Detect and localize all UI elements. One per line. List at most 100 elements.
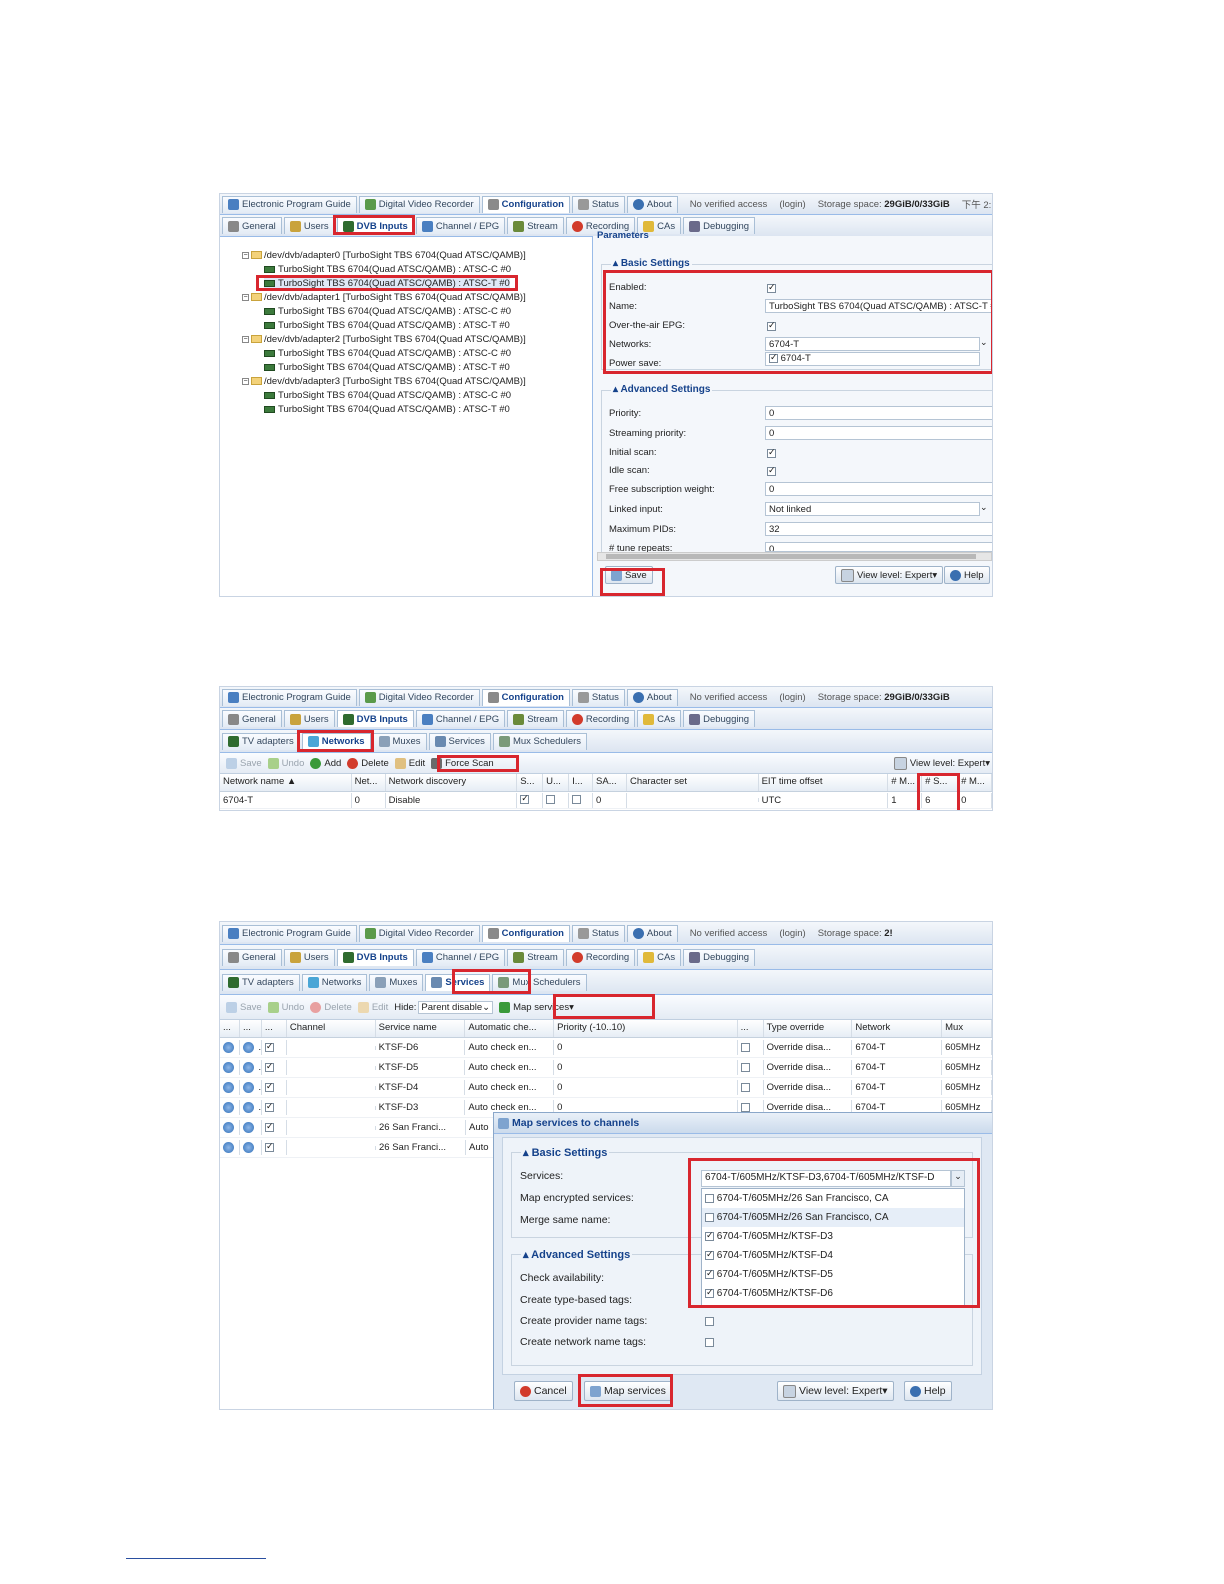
edit-button[interactable]: Edit [394,757,425,769]
col-services[interactable]: # S... [922,774,959,791]
list-item[interactable]: 6704-T/605MHz/KTSF-D4 [702,1246,964,1265]
tab-stream[interactable]: Stream [507,217,564,234]
tab-mux-schedulers[interactable]: Mux Schedulers [492,732,588,750]
streaming-priority-field[interactable]: 0 [765,426,992,440]
force-scan-button[interactable]: Force Scan [431,757,494,769]
provider-tags-checkbox[interactable] [705,1317,714,1326]
tab-users[interactable]: Users [283,217,335,234]
play-icon[interactable] [223,1041,234,1053]
col-network[interactable]: Network [852,1020,943,1037]
tree-frontend[interactable]: TurboSight TBS 6704(Quad ATSC/QAMB) : AT… [264,264,511,275]
networks-combo[interactable]: 6704-T [765,337,980,351]
info-icon[interactable] [243,1121,254,1133]
info-icon[interactable] [243,1141,254,1153]
tree-frontend-selected[interactable]: TurboSight TBS 6704(Quad ATSC/QAMB) : AT… [264,278,510,289]
free-subscription-field[interactable]: 0 [765,482,992,496]
undo-button[interactable]: Undo [267,1001,304,1013]
login-link[interactable]: (login) [779,692,805,703]
col-net[interactable]: Net... [352,774,386,791]
enabled-checkbox[interactable] [767,282,776,293]
tab-users[interactable]: Users [283,948,335,966]
tab-networks[interactable]: Networks [301,732,371,750]
tree-adapter[interactable]: −/dev/dvb/adapter3 [TurboSight TBS 6704(… [242,376,526,387]
col-type-override[interactable]: Type override [764,1020,853,1037]
add-button[interactable]: Add [310,757,341,769]
tab-epg[interactable]: Electronic Program Guide [222,195,357,213]
col-channel[interactable]: Channel [287,1020,376,1037]
col-auto-check[interactable]: Automatic che... [465,1020,555,1037]
tab-services[interactable]: Services [428,732,491,750]
map-services-confirm-button[interactable]: Map services [584,1381,672,1401]
tab-users[interactable]: Users [283,710,335,727]
network-option[interactable]: 6704-T [765,352,980,366]
col-play[interactable]: ... [220,1020,240,1037]
service-option-checkbox[interactable] [705,1287,714,1298]
enabled-checkbox[interactable] [264,1081,274,1092]
tab-dvb-inputs[interactable]: DVB Inputs [336,217,414,234]
service-option-checkbox[interactable] [705,1268,714,1279]
horizontal-scrollbar[interactable] [597,552,992,561]
tab-networks[interactable]: Networks [301,973,368,991]
tree-frontend[interactable]: TurboSight TBS 6704(Quad ATSC/QAMB) : AT… [264,306,511,317]
tab-recording[interactable]: Recording [565,948,636,966]
basic-settings-legend[interactable]: ▴ Basic Settings [521,1146,610,1159]
priority-field[interactable]: 0 [765,406,992,420]
tab-tv-adapters[interactable]: TV adapters [222,973,300,991]
collapse-icon[interactable]: − [242,377,249,385]
save-button[interactable]: Save [226,757,262,769]
tab-general[interactable]: General [222,948,282,966]
delete-button[interactable]: Delete [310,1001,352,1013]
col-i[interactable]: I... [569,774,594,791]
enabled-checkbox[interactable] [265,1141,274,1152]
services-combo[interactable]: 6704-T/605MHz/KTSF-D3,6704-T/605MHz/KTSF… [701,1170,951,1187]
save-button[interactable]: Save [605,566,653,584]
col-network-discovery[interactable]: Network discovery [386,774,518,791]
network-tags-checkbox[interactable] [705,1338,714,1347]
tab-dvr[interactable]: Digital Video Recorder [358,924,480,942]
tab-muxes[interactable]: Muxes [372,732,427,750]
table-row[interactable]: KTSF-D6 Auto check en... 0 Override disa… [220,1038,992,1058]
col-character-set[interactable]: Character set [627,774,759,791]
table-row[interactable]: KTSF-D5 Auto check en... 0 Override disa… [220,1058,992,1078]
idle-scan-checkbox[interactable] [767,465,776,476]
play-icon[interactable] [223,1141,234,1153]
col-s[interactable]: S... [517,774,544,791]
col-service-name[interactable]: Service name [376,1020,466,1037]
tree-frontend[interactable]: TurboSight TBS 6704(Quad ATSC/QAMB) : AT… [264,362,510,373]
info-icon[interactable] [242,1061,254,1073]
linked-input-select[interactable]: Not linked [765,502,980,516]
tab-stream[interactable]: Stream [507,710,564,727]
enabled-checkbox[interactable] [264,1041,274,1052]
chevron-down-icon[interactable]: ⌄ [951,1170,965,1187]
tab-configuration[interactable]: Configuration [481,195,570,213]
save-button[interactable]: Save [226,1001,262,1013]
col-info[interactable]: ... [240,1020,262,1037]
tab-configuration[interactable]: Configuration [481,924,570,942]
name-field[interactable]: TurboSight TBS 6704(Quad ATSC/QAMB) : AT… [765,299,992,313]
tab-channel-epg[interactable]: Channel / EPG [415,217,506,234]
tab-debugging[interactable]: Debugging [683,217,756,234]
tab-stream[interactable]: Stream [507,948,564,966]
tab-about[interactable]: About [626,688,678,706]
tab-status[interactable]: Status [571,924,625,942]
network-option-checkbox[interactable] [769,352,778,363]
cancel-button[interactable]: Cancel [514,1381,573,1401]
tab-tv-adapters[interactable]: TV adapters [222,732,300,750]
tab-recording[interactable]: Recording [565,710,636,727]
col-more[interactable]: ... [738,1020,764,1037]
tree-adapter[interactable]: −/dev/dvb/adapter2 [TurboSight TBS 6704(… [242,334,526,345]
service-option-checkbox[interactable] [705,1194,714,1203]
hide-select[interactable]: Parent disable ⌄ [418,1000,494,1014]
tab-debugging[interactable]: Debugging [683,710,756,727]
tab-dvb-inputs[interactable]: DVB Inputs [336,948,414,966]
tune-repeats-field[interactable]: 0 [765,542,992,552]
play-icon[interactable] [223,1061,234,1073]
map-services-button[interactable]: Map services ▾ [499,1001,574,1013]
col-eit-offset[interactable]: EIT time offset [759,774,889,791]
list-item[interactable]: 6704-T/605MHz/KTSF-D3 [702,1227,964,1246]
collapse-icon[interactable]: − [242,293,249,301]
collapse-icon[interactable]: − [242,251,249,259]
tab-dvr[interactable]: Digital Video Recorder [358,195,480,213]
ota-epg-checkbox[interactable] [767,320,776,331]
tab-epg[interactable]: Electronic Program Guide [222,688,357,706]
